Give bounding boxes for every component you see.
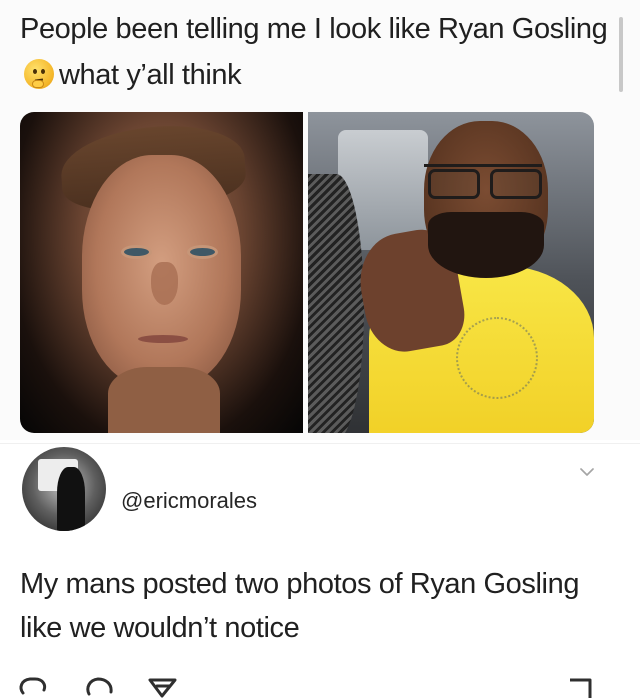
- share-icon[interactable]: [148, 676, 178, 698]
- emoji-left-eye: [33, 69, 37, 74]
- avatar[interactable]: [22, 447, 106, 531]
- thinking-face-emoji: [24, 59, 54, 89]
- original-tweet: People been telling me I look like Ryan …: [0, 0, 640, 440]
- scrollbar[interactable]: [619, 17, 623, 92]
- emoji-hand: [32, 80, 44, 88]
- post-text-after-emoji: what y’all think: [59, 59, 242, 91]
- glasses: [424, 164, 542, 199]
- shirt-logo: [456, 317, 538, 399]
- look-alike-photo: [308, 112, 594, 433]
- username[interactable]: @ericmorales: [121, 487, 257, 515]
- car-steering-wheel: [308, 174, 364, 433]
- section-divider: [0, 443, 640, 444]
- emoji-right-eye: [41, 69, 45, 74]
- person-beard: [428, 212, 544, 278]
- comment-icon[interactable]: [18, 676, 48, 698]
- ryan-right-eye: [190, 248, 215, 256]
- post-text: People been telling me I look like Ryan …: [20, 6, 610, 98]
- retweet-icon[interactable]: [85, 676, 115, 698]
- post-text-before-emoji: People been telling me I look like Ryan …: [20, 13, 608, 45]
- avatar-person: [57, 467, 85, 531]
- ryan-mouth: [138, 335, 188, 343]
- ryan-neck: [108, 367, 220, 433]
- ryan-gosling-photo: [20, 112, 303, 433]
- bookmark-icon[interactable]: [566, 676, 594, 698]
- reply-text: My mans posted two photos of Ryan Goslin…: [20, 568, 580, 644]
- chevron-down-icon[interactable]: [580, 467, 594, 477]
- ryan-nose: [151, 262, 178, 305]
- ryan-left-eye: [124, 248, 149, 256]
